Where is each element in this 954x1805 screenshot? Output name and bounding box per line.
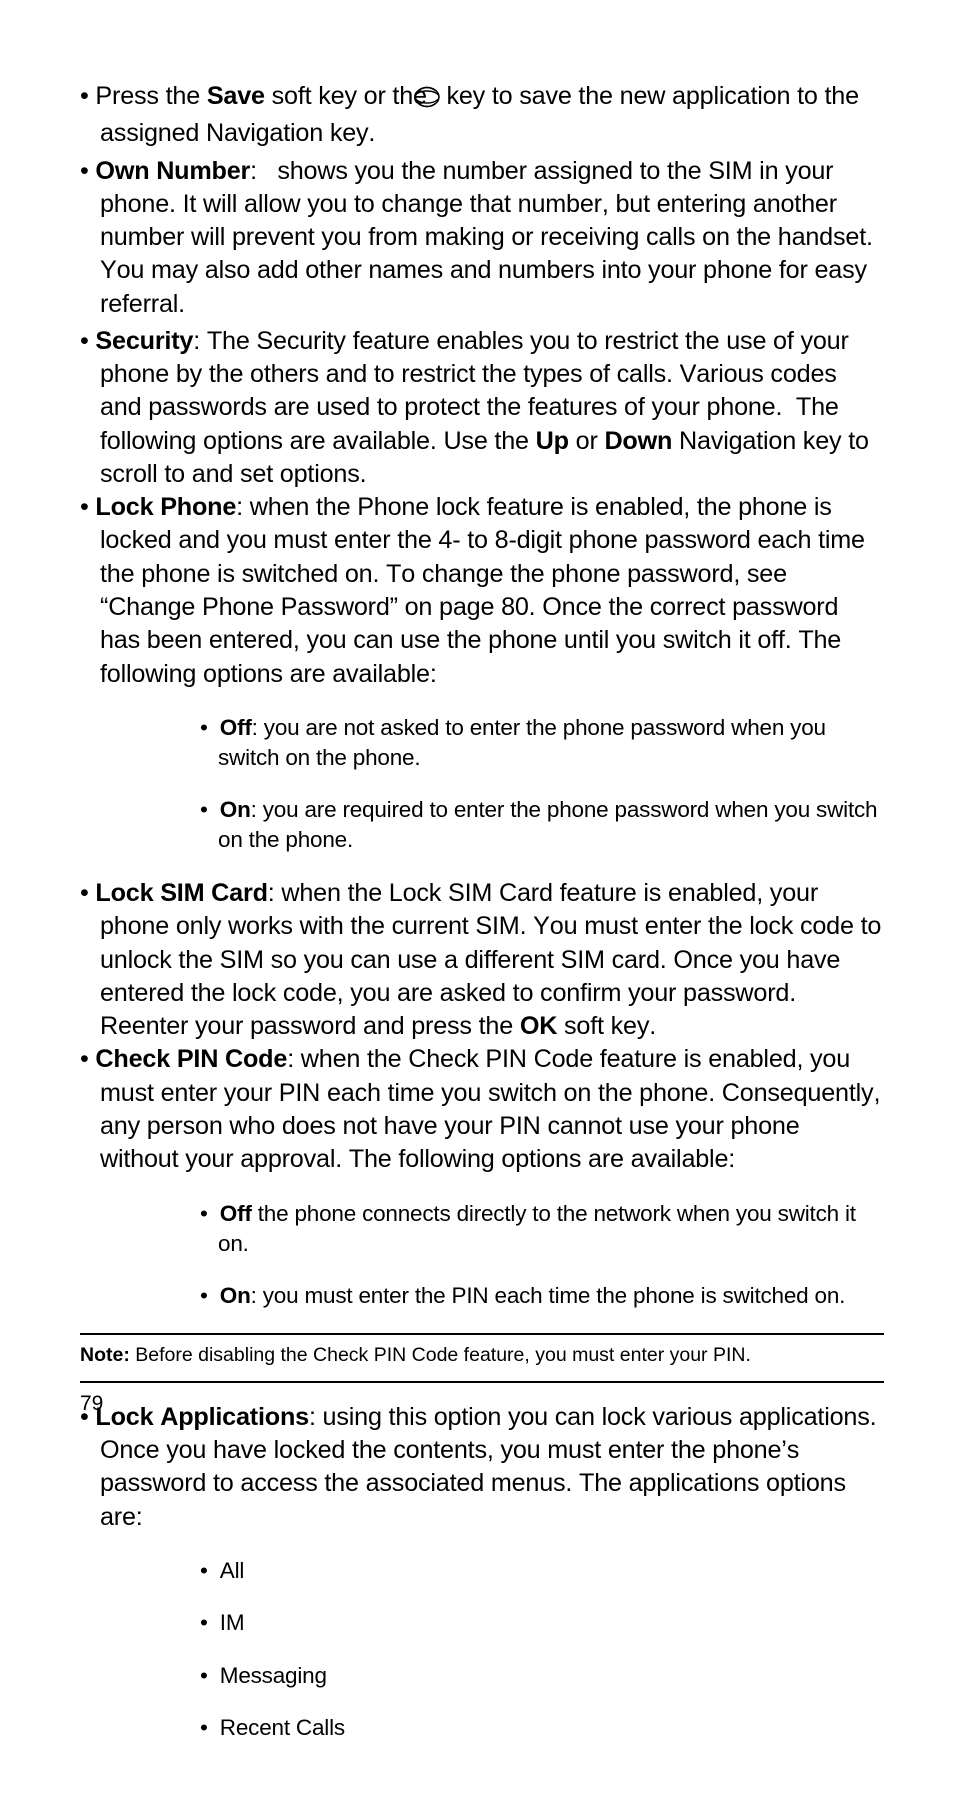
check-pin-off: • Off the phone connects directly to the…: [200, 1199, 884, 1258]
bold-text: On: [220, 797, 251, 822]
bullet: •: [200, 1558, 220, 1583]
bullet: •: [80, 1045, 95, 1073]
bullet: •: [80, 879, 95, 907]
text: or: [569, 427, 605, 455]
bullet: •: [200, 715, 220, 740]
text: Messaging: [220, 1663, 327, 1688]
bullet: •: [200, 1201, 220, 1226]
note-block: Note: Before disabling the Check PIN Cod…: [80, 1333, 884, 1383]
text: • Press the: [80, 82, 207, 110]
bold-text: Check PIN Code: [95, 1045, 287, 1073]
bullet: •: [200, 1663, 220, 1688]
bold-text: Security: [95, 327, 193, 355]
page-number: 79: [80, 1390, 103, 1418]
bold-text: OK: [520, 1012, 557, 1040]
app-recent-calls: • Recent Calls: [200, 1713, 884, 1743]
bold-text: Lock Applications: [95, 1403, 309, 1431]
text: Recent Calls: [220, 1715, 345, 1740]
security-item: • Security: The Security feature enables…: [80, 325, 884, 491]
bullet: •: [80, 327, 95, 355]
lock-phone-on: • On: you are required to enter the phon…: [200, 795, 884, 854]
bullet: •: [200, 1715, 220, 1740]
bullet: •: [80, 157, 95, 185]
check-pin-on: • On: you must enter the PIN each time t…: [200, 1281, 884, 1311]
bold-text: Up: [536, 427, 569, 455]
text: soft key or the: [265, 82, 434, 110]
bullet: •: [200, 797, 220, 822]
lock-sim-item: • Lock SIM Card: when the Lock SIM Card …: [80, 877, 884, 1043]
bold-text: Own Number: [95, 157, 250, 185]
bold-text: Lock Phone: [95, 493, 236, 521]
lock-phone-item: • Lock Phone: when the Phone lock featur…: [80, 491, 884, 691]
note-text: Before disabling the Check PIN Code feat…: [130, 1344, 751, 1366]
own-number-item: • Own Number: shows you the number assig…: [80, 155, 884, 321]
app-all: • All: [200, 1556, 884, 1586]
bold-text: Lock SIM Card: [95, 879, 267, 907]
text: : you are required to enter the phone pa…: [218, 797, 877, 852]
lock-phone-off: • Off: you are not asked to enter the ph…: [200, 713, 884, 772]
text: : when the Phone lock feature is enabled…: [100, 493, 865, 687]
check-pin-item: • Check PIN Code: when the Check PIN Cod…: [80, 1043, 884, 1176]
bullet: •: [200, 1610, 220, 1635]
bold-text: Off: [220, 715, 252, 740]
text: soft key.: [557, 1012, 656, 1040]
text: : you must enter the PIN each time the p…: [251, 1283, 846, 1308]
bold-text: Off: [220, 1201, 252, 1226]
lock-apps-item: • Lock Applications: using this option y…: [80, 1401, 884, 1534]
app-messaging: • Messaging: [200, 1661, 884, 1691]
save-line: • Press the Save soft key or the key to …: [80, 80, 884, 151]
note-label: Note:: [80, 1344, 130, 1366]
bullet: •: [200, 1283, 220, 1308]
bold-text: Down: [604, 427, 672, 455]
bold-text: On: [220, 1283, 251, 1308]
app-im: • IM: [200, 1608, 884, 1638]
bullet: •: [80, 493, 95, 521]
bold-text: Save: [207, 82, 265, 110]
text: All: [220, 1558, 244, 1583]
page: • Press the Save soft key or the key to …: [0, 0, 954, 1805]
text: IM: [220, 1610, 245, 1635]
text: the phone connects directly to the netwo…: [218, 1201, 856, 1256]
text: : you are not asked to enter the phone p…: [218, 715, 826, 770]
